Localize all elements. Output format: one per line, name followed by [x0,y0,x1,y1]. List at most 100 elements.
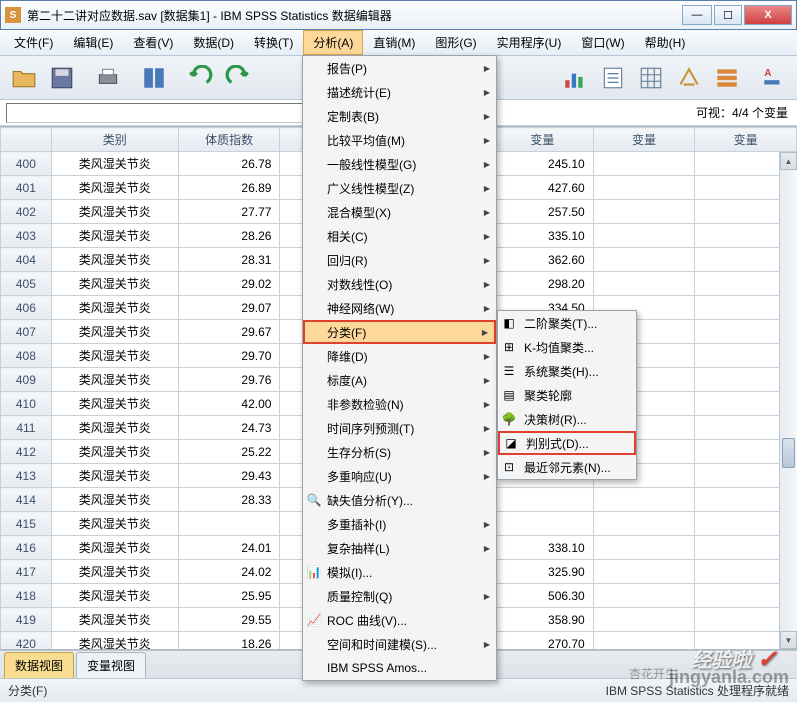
menu-item-非参数检验N[interactable]: 非参数检验(N) [303,392,496,416]
tab-data-view[interactable]: 数据视图 [4,652,74,678]
cell-var2[interactable]: 298.20 [492,272,594,296]
cell-empty[interactable] [593,152,695,176]
cell-empty[interactable] [593,224,695,248]
menu-item-相关C[interactable]: 相关(C) [303,224,496,248]
cell-empty[interactable] [593,248,695,272]
menu-item-比较平均值M[interactable]: 比较平均值(M) [303,128,496,152]
col-header-var3[interactable]: 变量 [492,128,594,152]
submenu-item-最近邻元素N[interactable]: ⊡最近邻元素(N)... [498,455,636,479]
cell-empty[interactable] [593,560,695,584]
cell-var2[interactable]: 325.90 [492,560,594,584]
chart-icon[interactable] [557,60,593,96]
cell-bmi[interactable]: 26.78 [178,152,280,176]
cell-empty[interactable] [593,272,695,296]
cell-bmi[interactable]: 42.00 [178,392,280,416]
menu-help[interactable]: 帮助(H) [635,30,696,55]
menu-item-混合模型X[interactable]: 混合模型(X) [303,200,496,224]
cell-category[interactable]: 类风湿关节炎 [51,464,178,488]
row-header[interactable]: 411 [1,416,52,440]
row-header[interactable]: 405 [1,272,52,296]
menu-utilities[interactable]: 实用程序(U) [487,30,572,55]
cell-category[interactable]: 类风湿关节炎 [51,224,178,248]
menu-data[interactable]: 数据(D) [183,30,244,55]
close-button[interactable]: X [744,5,792,25]
cell-bmi[interactable]: 29.55 [178,608,280,632]
cell-empty[interactable] [593,200,695,224]
redo-icon[interactable] [220,60,256,96]
cell-bmi[interactable] [178,512,280,536]
menu-item-空间和时间建模S[interactable]: 空间和时间建模(S)... [303,632,496,656]
menu-item-描述统计E[interactable]: 描述统计(E) [303,80,496,104]
cell-bmi[interactable]: 27.77 [178,200,280,224]
row-header[interactable]: 410 [1,392,52,416]
menu-item-时间序列预测T[interactable]: 时间序列预测(T) [303,416,496,440]
row-header[interactable]: 406 [1,296,52,320]
value-labels-icon[interactable]: A [755,60,791,96]
col-header-category[interactable]: 类别 [51,128,178,152]
cell-empty[interactable] [593,584,695,608]
cell-category[interactable]: 类风湿关节炎 [51,608,178,632]
menu-item-标度A[interactable]: 标度(A) [303,368,496,392]
weight-icon[interactable] [671,60,707,96]
minimize-button[interactable]: — [682,5,712,25]
cell-bmi[interactable]: 29.67 [178,320,280,344]
cell-category[interactable]: 类风湿关节炎 [51,512,178,536]
cell-bmi[interactable]: 25.95 [178,584,280,608]
row-header[interactable]: 407 [1,320,52,344]
row-header[interactable]: 401 [1,176,52,200]
scroll-down-icon[interactable]: ▼ [780,631,797,649]
cell-var2[interactable]: 506.30 [492,584,594,608]
cell-bmi[interactable]: 26.89 [178,176,280,200]
menu-graphs[interactable]: 图形(G) [425,30,486,55]
submenu-item-系统聚类H[interactable]: ☰系统聚类(H)... [498,359,636,383]
menu-analyze[interactable]: 分析(A) [303,30,363,55]
col-header-bmi[interactable]: 体质指数 [178,128,280,152]
cell-var2[interactable]: 427.60 [492,176,594,200]
cell-category[interactable]: 类风湿关节炎 [51,248,178,272]
cell-empty[interactable] [593,608,695,632]
menu-window[interactable]: 窗口(W) [571,30,634,55]
cell-var2[interactable]: 270.70 [492,632,594,651]
cell-category[interactable]: 类风湿关节炎 [51,176,178,200]
print-icon[interactable] [90,60,126,96]
cell-bmi[interactable]: 29.02 [178,272,280,296]
row-header[interactable]: 400 [1,152,52,176]
cell-bmi[interactable]: 25.22 [178,440,280,464]
menu-item-回归R[interactable]: 回归(R) [303,248,496,272]
menu-item-降维D[interactable]: 降维(D) [303,344,496,368]
menu-item-神经网络W[interactable]: 神经网络(W) [303,296,496,320]
row-header[interactable]: 417 [1,560,52,584]
row-header[interactable]: 415 [1,512,52,536]
cell-bmi[interactable]: 28.33 [178,488,280,512]
cell-bmi[interactable]: 29.76 [178,368,280,392]
submenu-item-决策树R[interactable]: 🌳决策树(R)... [498,407,636,431]
menu-item-模拟I[interactable]: 📊模拟(I)... [303,560,496,584]
save-icon[interactable] [44,60,80,96]
cell-var2[interactable]: 245.10 [492,152,594,176]
select-cases-icon[interactable] [709,60,745,96]
submenu-item-聚类轮廓[interactable]: ▤聚类轮廓 [498,383,636,407]
menu-item-对数线性O[interactable]: 对数线性(O) [303,272,496,296]
cell-bmi[interactable]: 24.01 [178,536,280,560]
cell-category[interactable]: 类风湿关节炎 [51,632,178,651]
col-header-var5[interactable]: 变量 [695,128,797,152]
cell-category[interactable]: 类风湿关节炎 [51,368,178,392]
row-header[interactable]: 408 [1,344,52,368]
cell-category[interactable]: 类风湿关节炎 [51,416,178,440]
cell-bmi[interactable]: 29.43 [178,464,280,488]
menu-transform[interactable]: 转换(T) [244,30,303,55]
grid-icon[interactable] [633,60,669,96]
row-header[interactable]: 418 [1,584,52,608]
menu-item-缺失值分析Y[interactable]: 🔍缺失值分析(Y)... [303,488,496,512]
cell-empty[interactable] [593,488,695,512]
cell-bmi[interactable]: 29.07 [178,296,280,320]
submenu-item-二阶聚类T[interactable]: ◧二阶聚类(T)... [498,311,636,335]
menu-item-报告P[interactable]: 报告(P) [303,56,496,80]
menu-item-定制表B[interactable]: 定制表(B) [303,104,496,128]
row-header[interactable]: 403 [1,224,52,248]
goto-case-input[interactable] [6,103,306,123]
cell-var2[interactable]: 358.90 [492,608,594,632]
row-header[interactable]: 420 [1,632,52,651]
row-header[interactable]: 419 [1,608,52,632]
row-header[interactable]: 412 [1,440,52,464]
